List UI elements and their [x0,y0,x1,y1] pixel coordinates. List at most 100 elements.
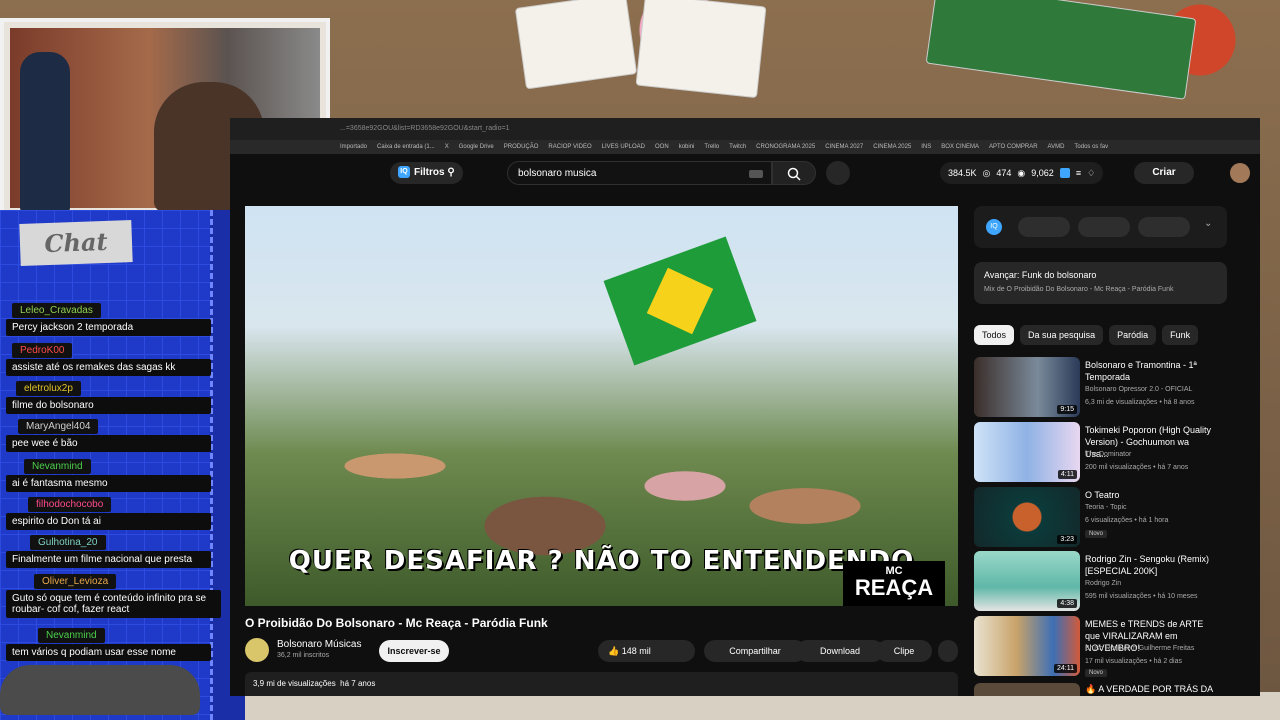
keyboard-icon[interactable] [749,170,763,178]
video-duration: 9:15 [1057,405,1077,414]
recommendation-title: Rodrigo Zin - Sengoku (Remix) [ESPECIAL … [1085,554,1210,576]
search-button[interactable] [772,161,816,185]
recommendation-item[interactable]: 🔥 A VERDADE POR TRÁS DA [974,683,1244,696]
chat-message: MaryAngel404 pee wee é bão [6,416,211,452]
like-button[interactable]: 👍 148 mil [598,640,695,662]
video-player[interactable]: QUER DESAFIAR ? NÃO TO ENTENDENDO MC REA… [245,206,958,606]
chip-from-search[interactable]: Da sua pesquisa [1020,325,1104,345]
bookmark[interactable]: BOX CINEMA [941,140,979,154]
recommendation-item[interactable]: 24:11 MEMES e TRENDS de ARTE que VIRALIZ… [974,616,1244,677]
bookmark[interactable]: Todos os fav [1074,140,1108,154]
bookmark[interactable]: OON [655,140,669,154]
search-input[interactable]: bolsonaro musica [507,161,772,185]
bookmark[interactable]: X [445,140,449,154]
address-bar[interactable]: ...=3658e92GOU&list=RD3658e92GOU&start_r… [230,118,1260,140]
clip-button[interactable]: Clipe [876,640,932,662]
search-value: bolsonaro musica [518,168,597,179]
chat-message: Leleo_Cravadas Percy jackson 2 temporada [6,300,211,336]
recommendation-item[interactable]: 4:11 Tokimeki Poporon (High Quality Vers… [974,422,1244,482]
chat-message: eletrolux2p filme do bolsonaro [6,378,211,414]
chat-username: Leleo_Cravadas [12,303,101,318]
video-thumbnail[interactable]: 3:23 [974,487,1080,547]
subscribe-button[interactable]: Inscrever-se [379,640,449,662]
recommendation-title-text: A VERDADE POR TRÁS DA [1098,684,1214,694]
chat-text: filme do bolsonaro [6,397,211,414]
chat-username: filhodochocobo [28,497,112,512]
bookmark[interactable]: kobini [679,140,695,154]
bookmark[interactable]: Google Drive [459,140,494,154]
microphone-button[interactable] [826,161,850,185]
chat-username: PedroK00 [12,343,73,358]
view-count: 3,9 mi de visualizações [253,679,336,688]
views-stat: 384.5K [948,168,977,178]
share-button[interactable]: Compartilhar [704,640,806,662]
chat-title: Chat [19,220,133,266]
iq-slot[interactable] [1018,217,1070,237]
video-thumbnail[interactable]: 24:11 [974,616,1080,676]
chevron-down-icon[interactable]: ⌄ [1204,218,1212,229]
bookmark[interactable]: Caixa de entrada (1... [377,140,435,154]
chat-text: assiste até os remakes das sagas kk [6,359,211,376]
recommendation-title: Bolsonaro e Tramontina - 1ª Temporada [1085,360,1197,382]
bookmark[interactable]: Importado [340,140,367,154]
bookmark[interactable]: APTO COMPRAR [989,140,1038,154]
chip-funk[interactable]: Funk [1162,325,1199,345]
channel-name[interactable]: Bolsonaro Músicas [277,639,361,650]
bookmark[interactable]: RACIOP VIDEO [548,140,591,154]
fire-icon: 🔥 [1085,684,1097,694]
description-box[interactable]: 3,9 mi de visualizações há 7 anos [245,672,958,696]
video-title: O Proibidão Do Bolsonaro - Mc Reaça - Pa… [245,616,548,630]
recommendation-channel: Bolsonaro Opressor 2.0 - OFICIAL [1085,386,1193,393]
chat-username: eletrolux2p [16,381,81,396]
bookmark[interactable]: Trello [704,140,719,154]
bell-icon[interactable]: ♢ [1087,168,1095,179]
chip-parodia[interactable]: Paródia [1109,325,1157,345]
chat-username: Nevanmind [24,459,91,474]
mc-reaca-logo: MC REAÇA [843,561,945,606]
iq-slot[interactable] [1138,217,1190,237]
browser-window: ...=3658e92GOU&list=RD3658e92GOU&start_r… [230,118,1260,696]
chat-username: Oliver_Levioza [34,574,117,589]
bookmark[interactable]: CINEMA 2025 [873,140,911,154]
create-button[interactable]: Criar [1134,162,1194,184]
video-duration: 3:23 [1057,535,1077,544]
like-count: 148 mil [621,646,651,656]
filters-button[interactable]: IQ Filtros ⚲ [390,162,463,184]
up-next-box[interactable]: Avançar: Funk do bolsonaro Mix de O Proi… [974,262,1227,304]
watching-stat: 9,062 [1031,168,1054,178]
new-badge: Novo [1085,530,1108,538]
bookmark[interactable]: CRONOGRAMA 2025 [756,140,815,154]
recommendation-item[interactable]: 4:38 Rodrigo Zin - Sengoku (Remix) [ESPE… [974,551,1244,611]
bookmark[interactable]: CINEMA 2027 [825,140,863,154]
more-actions-button[interactable] [938,640,958,662]
chat-username: Gulhotina_20 [30,535,106,550]
thumbs-up-icon: 👍 [608,646,620,656]
bookmark[interactable]: Twitch [729,140,746,154]
user-avatar[interactable] [1230,163,1250,183]
recommendation-item[interactable]: 3:23 O Teatro Teoria - Topic 6 visualiza… [974,487,1244,547]
bookmark[interactable]: AVMD [1048,140,1065,154]
video-duration: 4:38 [1057,599,1077,608]
video-thumbnail[interactable] [974,683,1080,696]
chat-text: Guto só oque tem é conteúdo infinito pra… [6,590,221,618]
chip-all[interactable]: Todos [974,325,1015,345]
sliders-icon: ⚲ [447,167,455,178]
search-icon [787,167,801,181]
download-button[interactable]: Download [796,640,884,662]
bookmark[interactable]: PRODUÇÃO [504,140,539,154]
iq-slot[interactable] [1078,217,1130,237]
recommendation-item[interactable]: 9:15 Bolsonaro e Tramontina - 1ª Tempora… [974,357,1244,417]
video-thumbnail[interactable]: 4:11 [974,422,1080,482]
bookmark[interactable]: LIVES UPLOAD [602,140,645,154]
up-next-sub: Mix de O Proibidão Do Bolsonaro - Mc Rea… [984,286,1174,293]
channel-avatar[interactable] [245,638,269,662]
video-duration: 4:11 [1057,470,1077,479]
iq-icon [1059,168,1070,178]
chat-text: pee wee é bão [6,435,211,452]
new-badge: Novo [1085,669,1108,677]
extension-stats[interactable]: 384.5K ◎ 474 ◉ 9,062 ≡ ♢ [940,162,1104,184]
video-thumbnail[interactable]: 4:38 [974,551,1080,611]
chat-username: Nevanmind [38,628,105,643]
video-thumbnail[interactable]: 9:15 [974,357,1080,417]
bookmark[interactable]: INS [921,140,931,154]
